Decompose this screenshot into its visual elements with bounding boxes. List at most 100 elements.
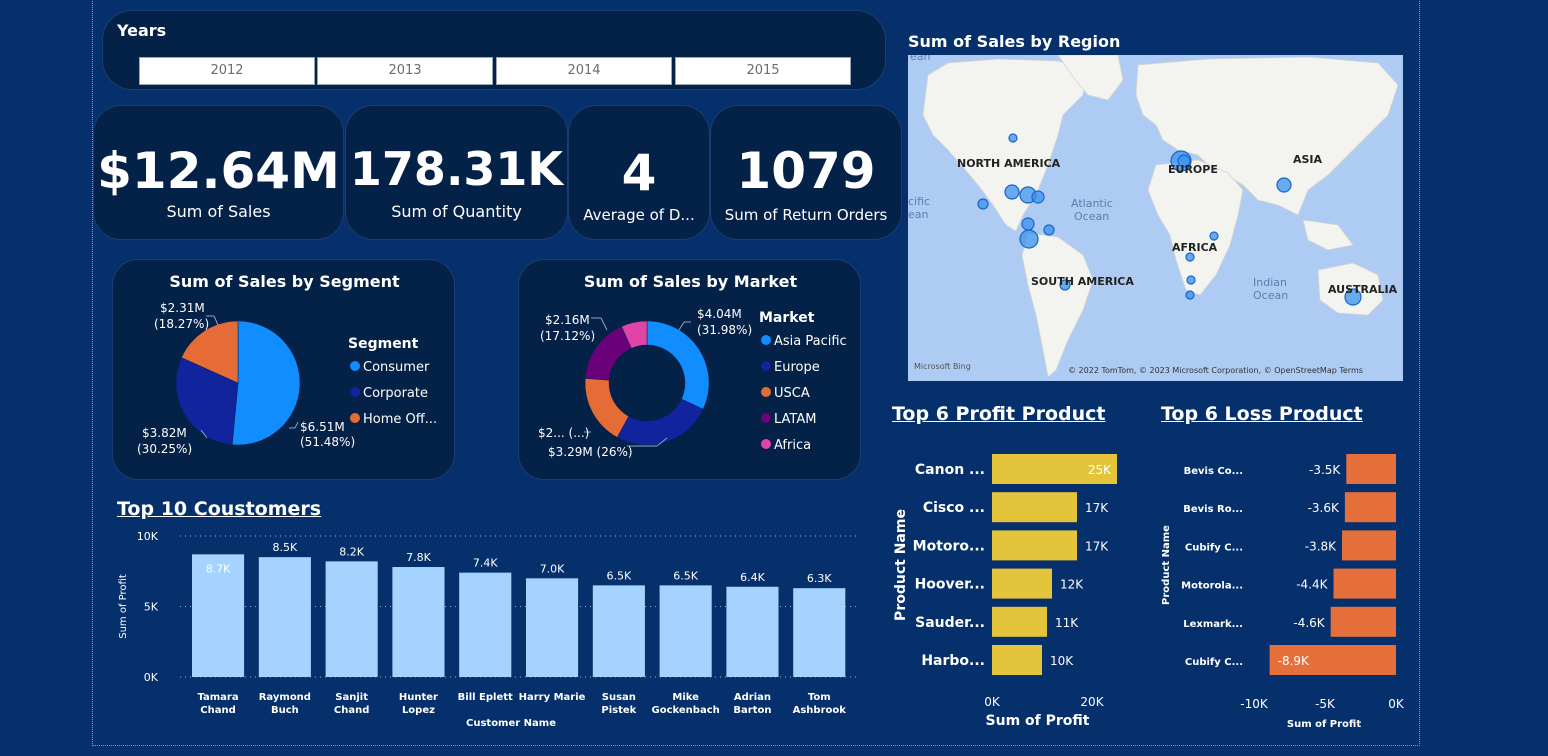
x-tick-label: -5K <box>1315 697 1336 711</box>
customer-name-label: Adrian <box>734 692 771 703</box>
product-name-label: Motorola... <box>1181 581 1243 592</box>
card-label: Average of D... <box>583 206 695 224</box>
label-north-america: NORTH AMERICA <box>957 157 1061 170</box>
segment-legend-title: Segment <box>348 336 419 352</box>
product-name-label: Cisco ... <box>923 500 985 516</box>
market-slice-2 <box>584 378 630 438</box>
bing-logo-text: Microsoft Bing <box>914 362 971 371</box>
card-value: $12.64M <box>97 142 340 200</box>
segment-label-home-office-value: $2.31M <box>160 301 205 315</box>
card-value: 178.31K <box>349 142 564 196</box>
product-bar <box>992 606 1047 637</box>
product-name-label: Harbo... <box>921 653 985 669</box>
customer-name-label: Mike <box>672 692 699 703</box>
y-tick-label: 0K <box>144 671 159 684</box>
land-africa <box>1147 159 1244 296</box>
segment-label-consumer-value: $6.51M <box>300 420 345 434</box>
label-atlantic-ocean: Ocean <box>1074 210 1109 223</box>
product-data-label: -4.6K <box>1293 616 1325 630</box>
product-bar <box>1330 606 1396 637</box>
sales-by-region-map[interactable]: NORTH AMERICA EUROPE ASIA AFRICA SOUTH A… <box>908 55 1403 381</box>
label-atlantic: Atlantic <box>1071 197 1113 210</box>
customer-name-label: Chand <box>334 705 369 716</box>
market-legend-item: Asia Pacific <box>774 334 847 349</box>
customer-name-label: Bill Eplett <box>458 692 513 703</box>
label-top-ocean: ean <box>910 55 931 63</box>
customer-bar <box>659 585 712 677</box>
years-slicer: Years 2012 2013 2014 2015 <box>102 10 886 90</box>
product-name-label: Bevis Ro... <box>1183 504 1243 515</box>
product-data-label: -3.5K <box>1309 463 1341 477</box>
year-button-2015[interactable]: 2015 <box>675 57 851 85</box>
market-label-latam-value: $2.16M <box>545 313 590 327</box>
card-average: 4 Average of D... <box>568 105 710 240</box>
customer-name-label: Gockenbach <box>652 705 720 716</box>
product-name-label: Cubify C... <box>1185 657 1243 668</box>
x-tick-label: 0K <box>1388 697 1405 711</box>
product-name-label: Canon ... <box>915 462 985 478</box>
customer-bar <box>459 572 512 677</box>
customer-name-label: Buch <box>271 705 299 716</box>
segment-label-home-office-pct: (18.27%) <box>154 317 209 331</box>
customer-name-label: Pistek <box>601 705 636 716</box>
product-bar <box>992 645 1042 675</box>
market-label-asia-value: $4.04M <box>697 307 742 321</box>
customer-data-label: 7.4K <box>473 557 498 570</box>
top-loss-chart: Bevis Co... -3.5K Bevis Ro... -3.6K Cubify C… <box>1161 454 1405 730</box>
product-data-label: -3.8K <box>1305 539 1337 553</box>
product-name-label: Sauder... <box>915 615 985 631</box>
product-bar <box>992 492 1077 523</box>
customer-data-label: 6.5K <box>673 569 698 582</box>
y-axis-title: Product Name <box>1161 525 1172 605</box>
customer-name-label: Lopez <box>402 705 435 716</box>
product-name-label: Lexmark... <box>1183 619 1243 630</box>
product-data-label: 11K <box>1055 616 1079 630</box>
x-tick-label: 20K <box>1080 695 1104 709</box>
market-label-asia-pct: (31.98%) <box>697 323 752 337</box>
product-data-label: 17K <box>1085 539 1109 553</box>
card-label: Sum of Quantity <box>391 202 522 221</box>
market-label-usca: $2... (...) <box>538 426 589 440</box>
x-axis-title: Sum of Profit <box>1287 719 1361 730</box>
product-data-label: 12K <box>1060 578 1084 592</box>
year-button-2013[interactable]: 2013 <box>317 57 493 85</box>
y-tick-label: 10K <box>137 530 159 543</box>
market-legend: Asia Pacific Europe USCA LATAM Africa <box>761 334 847 453</box>
customer-name-label: Susan <box>602 692 636 703</box>
segment-legend-marker <box>350 413 360 423</box>
market-legend-marker <box>761 413 771 423</box>
card-label: Sum of Sales <box>166 202 271 221</box>
customer-bar <box>793 588 846 677</box>
card-sum-of-quantity: 178.31K Sum of Quantity <box>345 105 568 240</box>
top-profit-title: Top 6 Profit Product <box>892 403 1106 425</box>
label-europe: EUROPE <box>1168 163 1218 176</box>
market-label-europe: $3.29M (26%) <box>548 445 633 459</box>
year-button-2014[interactable]: 2014 <box>496 57 672 85</box>
x-tick-label: 0K <box>984 695 1001 709</box>
customer-bar <box>726 586 779 677</box>
y-axis-title: Product Name <box>893 509 909 621</box>
product-data-label: -4.4K <box>1296 578 1328 592</box>
market-donut-chart: $4.04M (31.98%) $3.29M (26%) $2... (...)… <box>538 307 847 459</box>
market-legend-title: Market <box>759 310 815 326</box>
market-label-latam-pct: (17.12%) <box>540 329 595 343</box>
top-customers-title: Top 10 Coustomers <box>117 498 322 520</box>
card-sum-of-return-orders: 1079 Sum of Return Orders <box>710 105 902 240</box>
customer-data-label: 6.3K <box>807 572 832 585</box>
map-copyright: © 2022 TomTom, © 2023 Microsoft Corporat… <box>1068 366 1363 375</box>
y-tick-label: 5K <box>144 601 159 614</box>
segment-legend-marker <box>350 387 360 397</box>
label-asia: ASIA <box>1293 153 1323 166</box>
x-axis-title: Sum of Profit <box>986 713 1090 729</box>
market-legend-item: Europe <box>774 360 820 375</box>
label-pacific-ocean: ean <box>908 208 929 221</box>
product-data-label: -8.9K <box>1278 654 1310 668</box>
card-label: Sum of Return Orders <box>724 206 888 224</box>
customer-bar <box>325 561 378 677</box>
market-donut-panel: Sum of Sales by Market $4.04M (31.98%) $… <box>518 259 861 480</box>
label-south-america: SOUTH AMERICA <box>1031 275 1134 288</box>
market-legend-marker <box>761 361 771 371</box>
market-legend-item: Africa <box>774 438 811 453</box>
world-map: NORTH AMERICA EUROPE ASIA AFRICA SOUTH A… <box>908 55 1399 378</box>
year-button-2012[interactable]: 2012 <box>139 57 315 85</box>
